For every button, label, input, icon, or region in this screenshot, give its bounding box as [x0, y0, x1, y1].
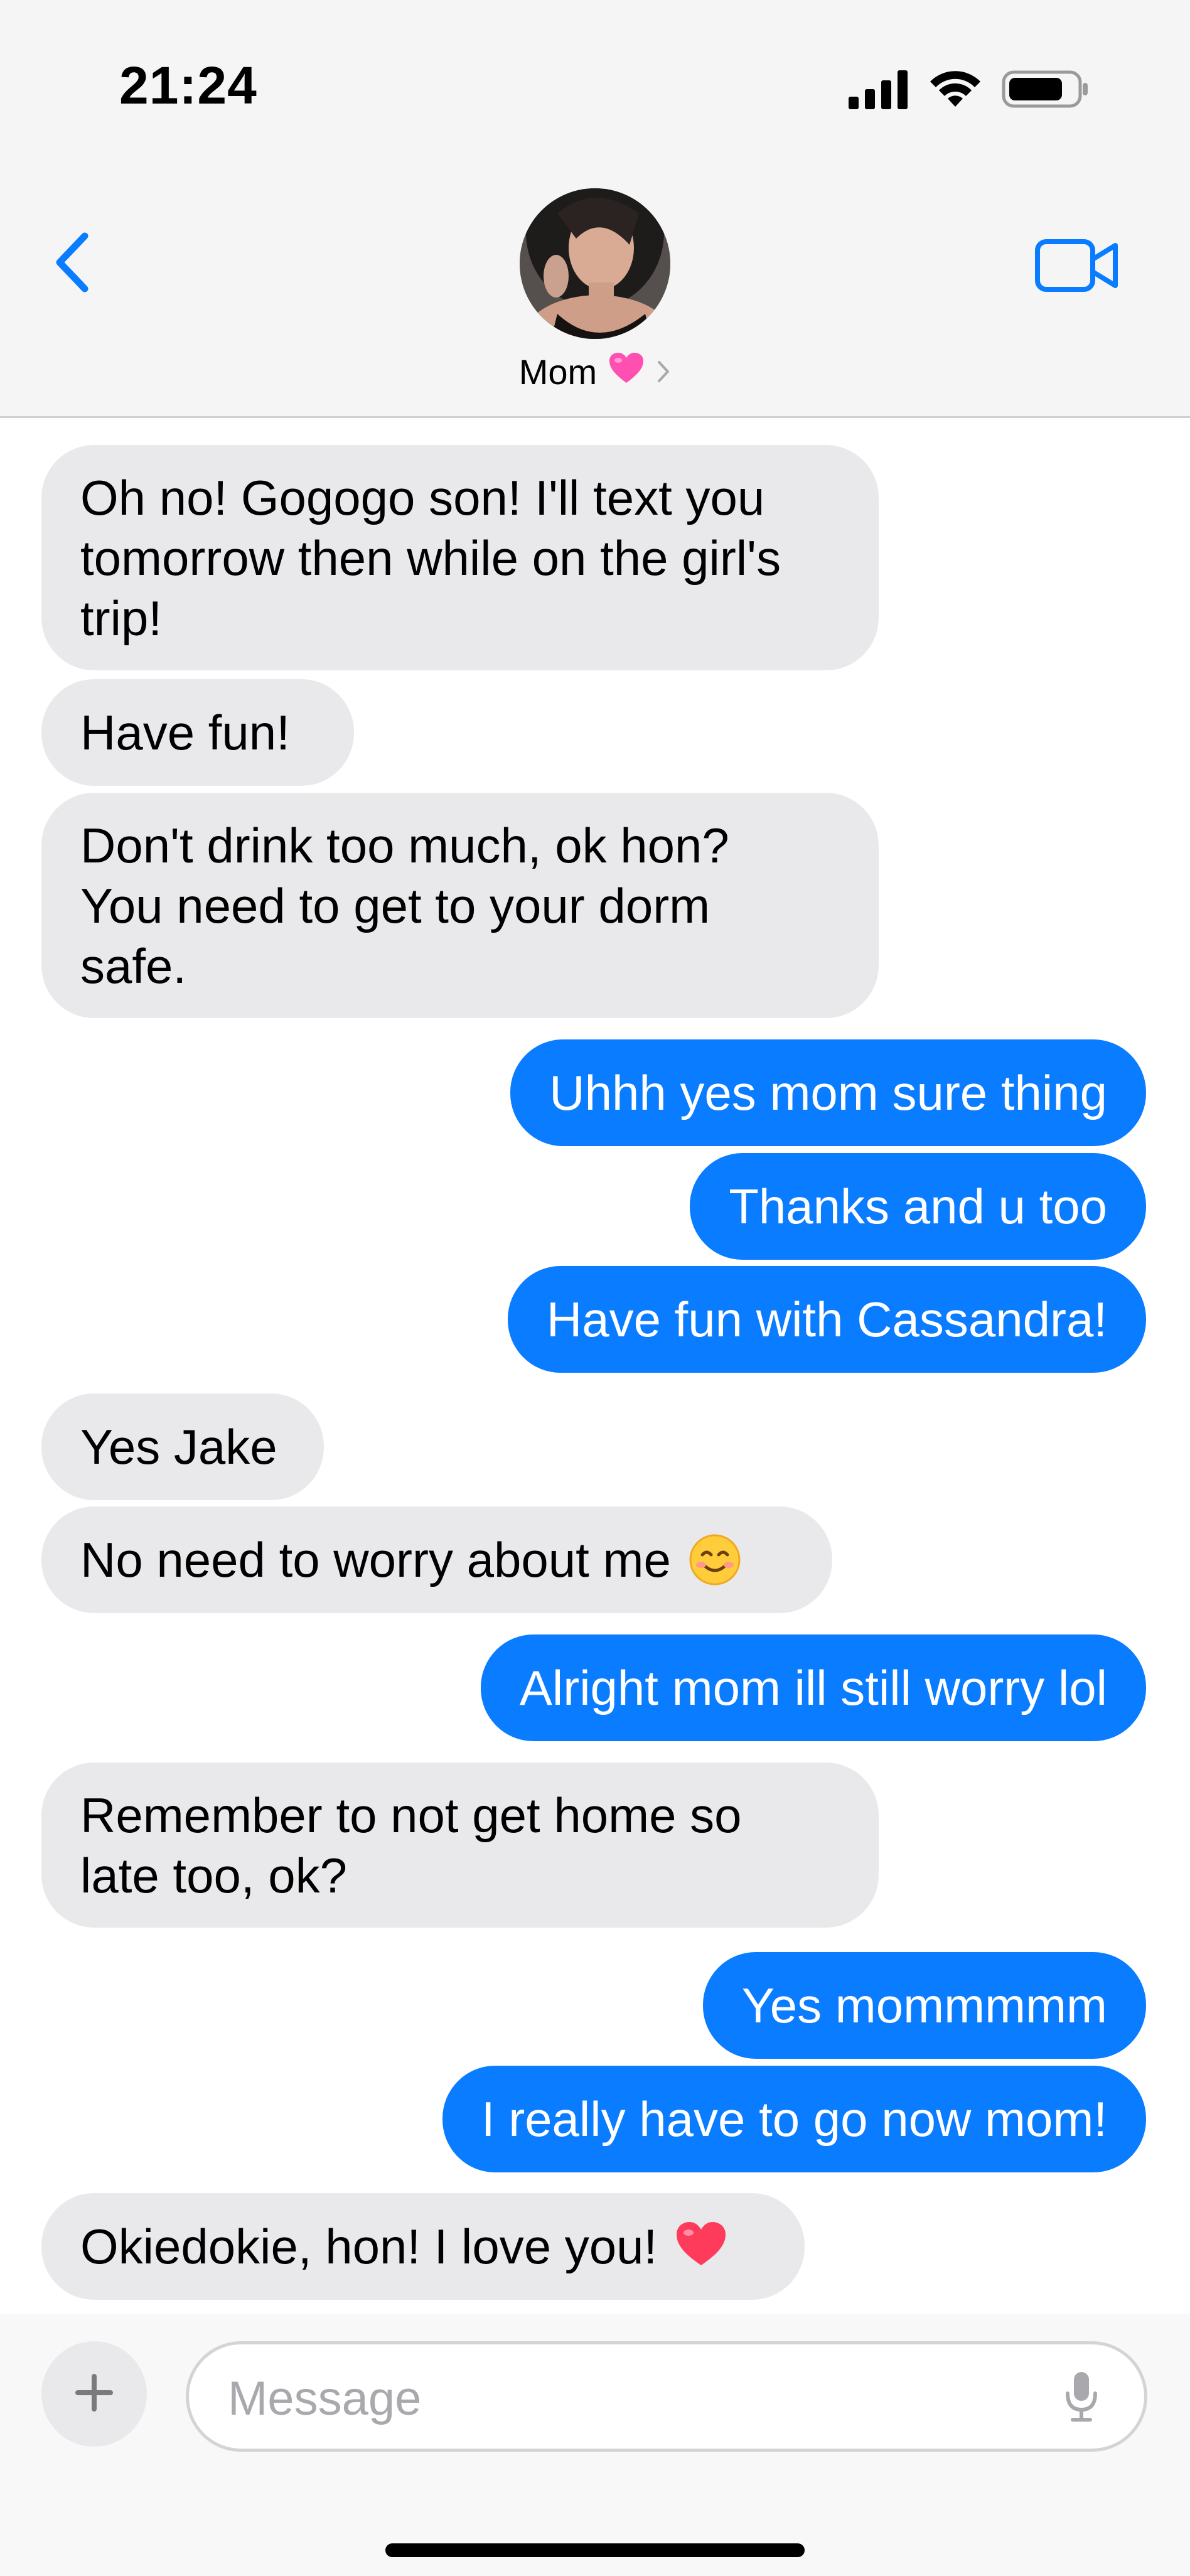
contact-avatar[interactable] — [520, 188, 670, 339]
message-text: Remember to not get home so late too, ok… — [80, 1788, 742, 1903]
message-incoming[interactable]: Oh no! Gogogo son! I'll text you tomorro… — [41, 445, 879, 670]
message-text: I really have to go now mom! — [481, 2091, 1107, 2147]
message-outgoing[interactable]: Alright mom ill still worry lol — [480, 1634, 1184, 1742]
add-attachment-button[interactable] — [41, 2341, 147, 2447]
message-incoming[interactable]: Okiedokie, hon! I love you! — [4, 2193, 805, 2301]
message-incoming[interactable]: Don't drink too much, ok hon? You need t… — [4, 793, 879, 1019]
microphone-icon — [1063, 2369, 1100, 2427]
message-incoming[interactable]: Yes Jake — [41, 1393, 324, 1500]
message-outgoing[interactable]: Thanks and u too — [690, 1153, 1146, 1260]
contact-name: Mom — [518, 352, 598, 392]
red-heart-emoji — [675, 2220, 727, 2273]
message-input-field[interactable] — [186, 2341, 1147, 2452]
message-text: Have fun with Cassandra! — [546, 1292, 1107, 1347]
dictation-button[interactable] — [1056, 2369, 1107, 2426]
battery-icon — [1002, 69, 1090, 112]
smiling-face-emoji — [689, 1533, 741, 1586]
home-indicator — [385, 2543, 805, 2557]
message-outgoing[interactable]: I really have to go now mom! — [442, 2066, 1184, 2174]
pink-heart-icon — [608, 352, 645, 392]
video-camera-icon — [1035, 238, 1119, 296]
message-text: Don't drink too much, ok hon? You need t… — [80, 818, 729, 994]
status-icons — [849, 68, 1090, 114]
top-bar: 21:24 Mom — [0, 0, 1190, 418]
plus-icon — [74, 2373, 114, 2416]
message-text: Oh no! Gogogo son! I'll text you tomorro… — [80, 470, 781, 646]
message-outgoing[interactable]: Have fun with Cassandra! — [507, 1266, 1184, 1374]
back-button[interactable] — [44, 229, 100, 298]
message-input[interactable] — [227, 2363, 1045, 2434]
message-outgoing[interactable]: Yes mommmmm — [702, 1952, 1146, 2059]
message-text: No need to worry about me — [80, 1532, 671, 1587]
message-incoming[interactable]: Have fun! — [41, 679, 354, 786]
message-outgoing[interactable]: Uhhh yes mom sure thing — [510, 1039, 1146, 1146]
composer-bar — [0, 2314, 1190, 2576]
message-text: Uhhh yes mom sure thing — [549, 1065, 1107, 1120]
wifi-icon — [926, 68, 984, 114]
contact-name-row[interactable]: Mom — [0, 352, 1190, 392]
video-call-button[interactable] — [1033, 235, 1121, 298]
message-text: Alright mom ill still worry lol — [519, 1660, 1107, 1715]
message-text: Okiedokie, hon! I love you! — [80, 2219, 658, 2274]
message-text: Have fun! — [80, 705, 290, 760]
cellular-signal-icon — [849, 69, 909, 112]
message-text: Yes mommmmm — [741, 1978, 1107, 2033]
message-incoming[interactable]: No need to worry about me — [4, 1506, 832, 1614]
chevron-left-icon — [52, 231, 92, 297]
message-thread[interactable]: Oh no! Gogogo son! I'll text you tomorro… — [0, 418, 1190, 2314]
status-time: 21:24 — [119, 56, 257, 115]
message-incoming[interactable]: Remember to not get home so late too, ok… — [4, 1763, 879, 1929]
chevron-right-icon — [656, 352, 671, 392]
message-text: Thanks and u too — [729, 1179, 1107, 1234]
message-text: Yes Jake — [80, 1419, 277, 1474]
